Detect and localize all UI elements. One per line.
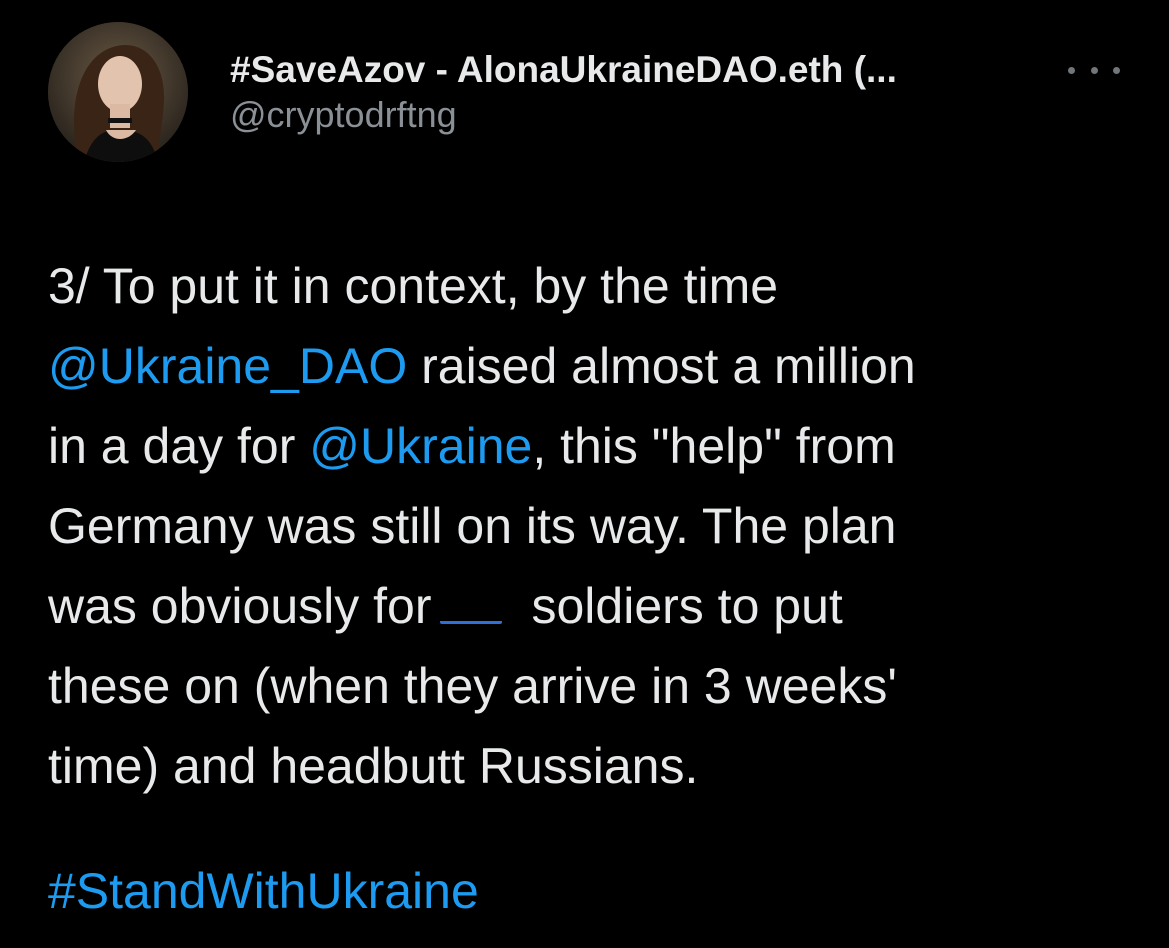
display-name[interactable]: #SaveAzov - AlonaUkraineDAO.eth (... [230,48,1070,92]
text-segment: soldiers to put [531,578,843,634]
more-horizontal-icon [1068,66,1075,74]
mention-ukraine-link[interactable]: @Ukraine [309,418,532,474]
text-segment: time) and headbutt Russians. [48,738,699,794]
hashtag-standwithukraine-link[interactable]: #StandWithUkraine [48,863,479,919]
tweet-text-line: in a day for @Ukraine, this "help" from [48,406,1138,486]
tweet-text-line: Germany was still on its way. The plan [48,486,1138,566]
tweet-text-line: time) and headbutt Russians. [48,726,1138,806]
text-segment: these on (when they arrive in 3 weeks' [48,658,897,714]
tweet-text: 3/ To put it in context, by the time @Uk… [48,246,1138,806]
tweet-text-line: @Ukraine_DAO raised almost a million [48,326,1138,406]
ukraine-flag-icon [439,594,502,624]
tweet-text-line: was obviously for soldiers to put [48,566,1138,646]
tweet-header: #SaveAzov - AlonaUkraineDAO.eth (... @cr… [230,48,1070,136]
avatar[interactable] [48,22,188,162]
more-dot [1090,66,1098,74]
text-segment: Germany was still on its way. The plan [48,498,897,554]
tweet-text-line: 3/ To put it in context, by the time [48,246,1138,326]
more-dot [1113,66,1120,74]
profile-photo-icon [48,22,188,162]
tweet: #SaveAzov - AlonaUkraineDAO.eth (... @cr… [0,0,1169,948]
tweet-text-line: these on (when they arrive in 3 weeks' [48,646,1138,726]
text-segment: raised almost a million [407,338,916,394]
mention-ukraine-dao-link[interactable]: @Ukraine_DAO [48,338,407,394]
user-handle[interactable]: @cryptodrftng [230,94,1070,136]
text-segment: 3/ To put it in context, by the time [48,258,779,314]
text-segment: in a day for [48,418,310,474]
more-options-button[interactable] [1068,58,1120,82]
text-segment: was obviously for [48,578,432,634]
hashtag-line: #StandWithUkraine [48,851,479,931]
text-segment: , this "help" from [532,418,896,474]
